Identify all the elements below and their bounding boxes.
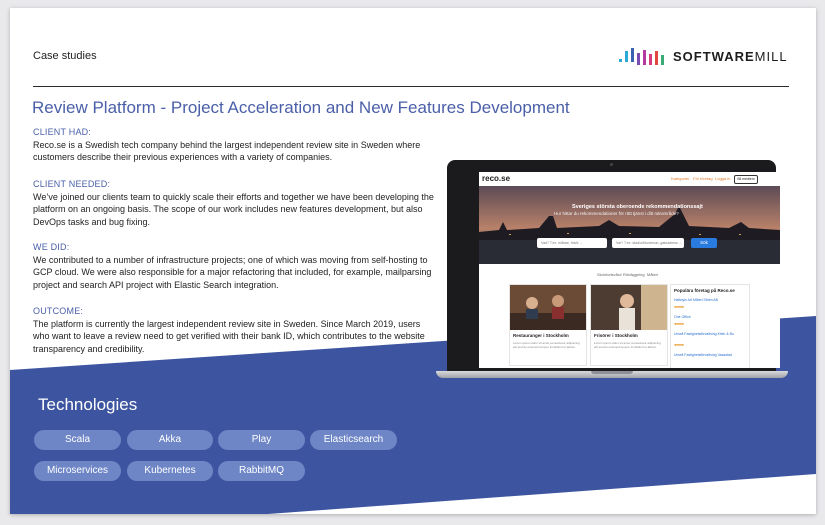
- mock-card-title: Restauranger i Stockholm: [513, 333, 569, 338]
- mock-company-link: Umeå Fastighetsförvaltning Klein & Bo: [674, 332, 734, 336]
- mock-tab: Måleri: [647, 272, 658, 277]
- laptop-mockup: reco.se Kategorier För företag Logga in …: [436, 160, 788, 380]
- mock-hero-heading: Sveriges största oberoende rekommendatio…: [572, 204, 703, 210]
- rating-stars-icon: ●●●●●: [674, 304, 684, 309]
- mock-card-hairdressers: Frisörer i Stockholm Lorem ipsum dolor s…: [590, 284, 668, 366]
- mock-card-title: Frisörer i Stockholm: [594, 333, 638, 338]
- technologies-title: Technologies: [38, 395, 138, 414]
- mock-card-text: Lorem ipsum dolor sit amet consectetur a…: [594, 341, 661, 349]
- mock-nav-link: Kategorier: [671, 176, 690, 181]
- mock-company-link: One Office: [674, 315, 691, 319]
- hairdresser-photo: [591, 285, 667, 330]
- tech-pill-rabbitmq: RabbitMQ: [218, 461, 305, 481]
- laptop-screen: reco.se Kategorier För företag Logga in …: [479, 172, 780, 368]
- mock-logo: reco.se: [482, 174, 511, 183]
- rating-stars-icon: ●●●●●: [674, 342, 684, 347]
- laptop-notch: [591, 371, 633, 374]
- mock-tab: Skönhetsvård: [597, 272, 622, 277]
- mock-company-link: Hallwyls Art Måleri Sthlm AB: [674, 298, 718, 302]
- rating-stars-icon: ●●●●●: [674, 321, 684, 326]
- mock-signup-button: Bli medlem: [734, 175, 758, 184]
- mock-company-link: Umeå Fastighetsförvaltning Vasastad: [674, 353, 732, 357]
- mock-card-restaurants: Restauranger i Stockholm Lorem ipsum dol…: [509, 284, 587, 366]
- mock-navbar: reco.se Kategorier För företag Logga in …: [479, 172, 780, 187]
- city-skyline-image: [479, 186, 780, 264]
- mock-search-button: Sök: [691, 238, 717, 248]
- tech-pill-kubernetes: Kubernetes: [127, 461, 213, 481]
- tech-pill-akka: Akka: [127, 430, 213, 450]
- case-study-page: Case studies SOFTWAREMILL Review Platfor…: [10, 8, 816, 514]
- mock-hero: Sveriges största oberoende rekommendatio…: [479, 186, 780, 264]
- tech-pill-play: Play: [218, 430, 305, 450]
- mock-popular-companies: Populära företag på Reco.se Hallwyls Art…: [670, 284, 750, 368]
- mock-where-input: Var? T.ex. stad/ort/kommun, gatuadress .…: [612, 238, 684, 248]
- mock-nav-link: Logga in: [715, 176, 731, 181]
- restaurant-photo: [510, 285, 586, 330]
- tech-pill-elasticsearch: Elasticsearch: [310, 430, 397, 450]
- mock-tab: Rörläggning: [623, 272, 645, 277]
- mock-hero-subheading: Hur hittar du rekommendationer för rätt …: [554, 211, 679, 216]
- mock-nav-link: För företag: [693, 176, 713, 181]
- mock-sidebar-title: Populära företag på Reco.se: [674, 288, 735, 293]
- tech-pill-microservices: Microservices: [34, 461, 121, 481]
- mock-what-input: Vad? T.ex. målare, frisör ...: [537, 238, 607, 248]
- tech-pill-scala: Scala: [34, 430, 121, 450]
- mock-card-text: Lorem ipsum dolor sit amet consectetur a…: [513, 341, 580, 349]
